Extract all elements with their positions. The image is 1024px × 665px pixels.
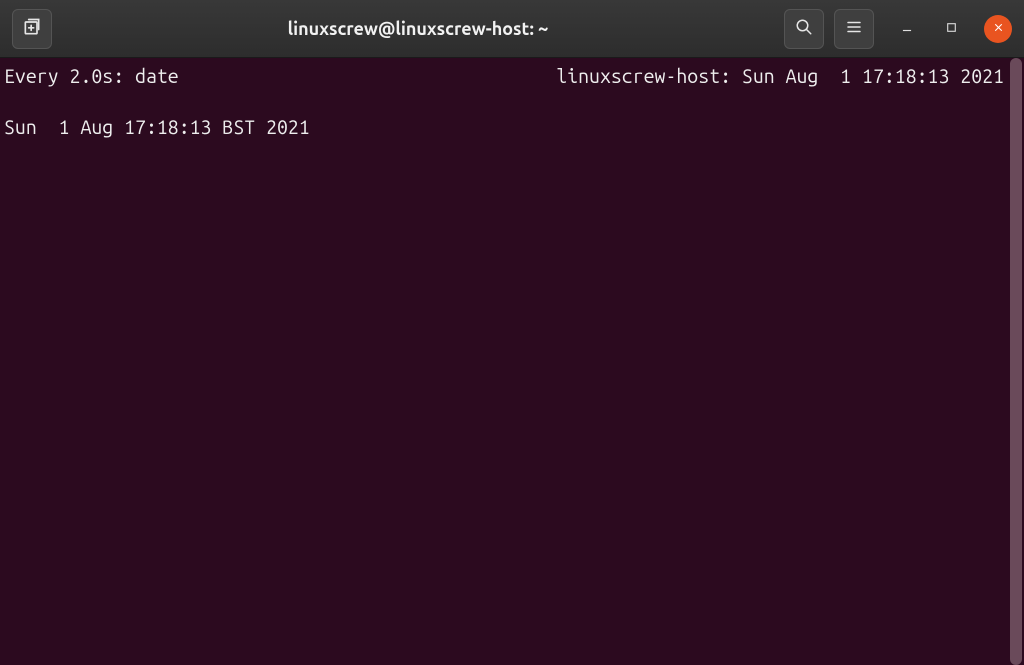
watch-output: Sun 1 Aug 17:18:13 BST 2021 bbox=[4, 116, 310, 138]
titlebar: linuxscrew@linuxscrew-host: ~ bbox=[0, 0, 1024, 58]
minimize-icon bbox=[900, 20, 914, 38]
titlebar-center: linuxscrew@linuxscrew-host: ~ bbox=[60, 19, 776, 39]
search-button[interactable] bbox=[784, 9, 824, 49]
window-title: linuxscrew@linuxscrew-host: ~ bbox=[288, 19, 549, 39]
terminal-scrollbar[interactable] bbox=[1008, 58, 1024, 665]
watch-header-right: linuxscrew-host: Sun Aug 1 17:18:13 2021 bbox=[556, 64, 1004, 89]
titlebar-right bbox=[784, 9, 1012, 49]
new-tab-button[interactable] bbox=[12, 9, 52, 49]
titlebar-left bbox=[12, 9, 52, 49]
close-icon bbox=[992, 20, 1005, 38]
terminal-body: Every 2.0s: date linuxscrew-host: Sun Aug… bbox=[0, 58, 1024, 665]
minimize-button[interactable] bbox=[896, 18, 918, 40]
menu-button[interactable] bbox=[834, 9, 874, 49]
window-controls bbox=[896, 15, 1012, 43]
maximize-icon bbox=[945, 20, 958, 38]
watch-header-left: Every 2.0s: date bbox=[4, 64, 179, 89]
maximize-button[interactable] bbox=[940, 18, 962, 40]
hamburger-menu-icon bbox=[845, 18, 863, 40]
new-tab-icon bbox=[22, 17, 42, 41]
scrollbar-thumb[interactable] bbox=[1010, 58, 1022, 665]
terminal-content[interactable]: Every 2.0s: date linuxscrew-host: Sun Aug… bbox=[0, 58, 1008, 665]
scrollbar-track bbox=[1008, 58, 1024, 665]
search-icon bbox=[795, 18, 813, 40]
close-button[interactable] bbox=[984, 15, 1012, 43]
